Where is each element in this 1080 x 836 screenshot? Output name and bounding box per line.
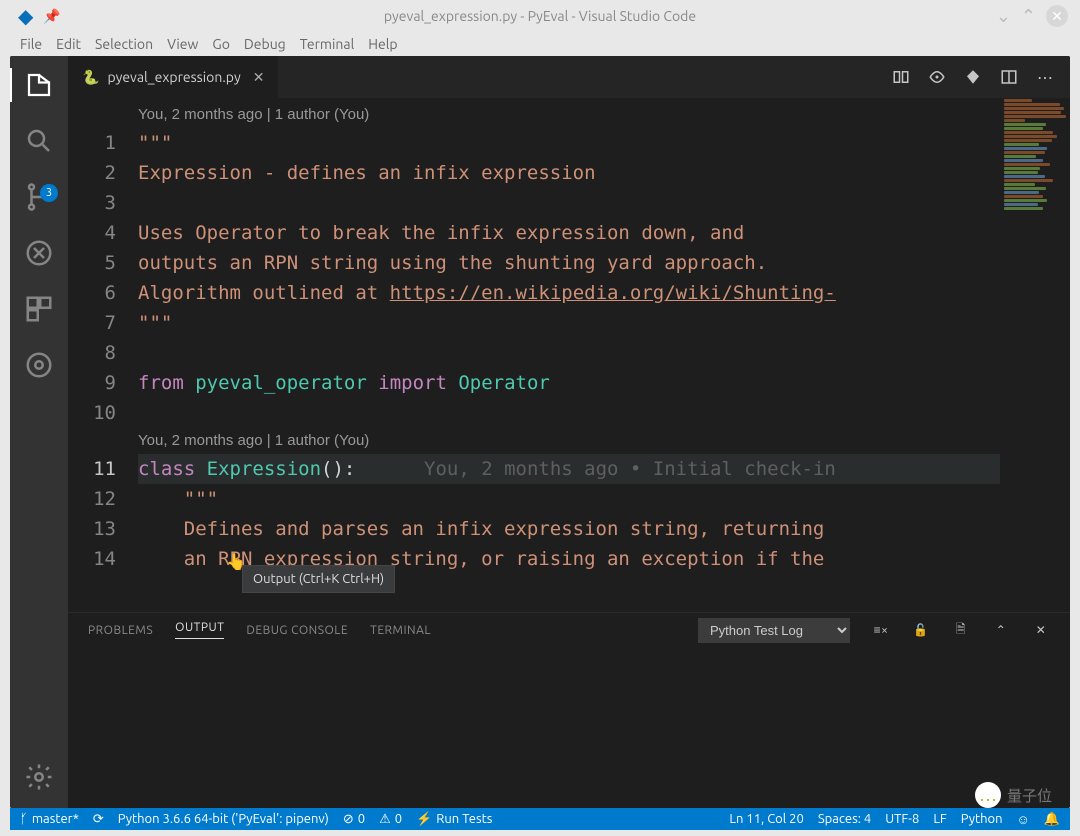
status-language[interactable]: Python (961, 812, 1003, 826)
status-feedback-icon[interactable]: ☺ (1017, 812, 1030, 827)
status-encoding[interactable]: UTF-8 (885, 812, 919, 826)
menubar: File Edit Selection View Go Debug Termin… (0, 32, 1080, 56)
panel-tab-debugconsole[interactable]: DEBUG CONSOLE (246, 624, 348, 637)
python-file-icon: 🐍 (82, 69, 99, 86)
maximize-icon[interactable]: ⌃ (1021, 6, 1036, 27)
settings-gear-icon[interactable] (24, 762, 54, 792)
scm-badge: 3 (40, 184, 58, 202)
more-actions-icon[interactable]: ⋯ (1036, 68, 1054, 86)
menu-terminal[interactable]: Terminal (300, 36, 355, 52)
menu-view[interactable]: View (167, 36, 198, 52)
status-bell-icon[interactable]: 🔔 (1044, 812, 1060, 827)
gitlens-toggle-icon[interactable] (928, 68, 946, 86)
gitlens-diamond-icon[interactable] (964, 68, 982, 86)
menu-edit[interactable]: Edit (56, 36, 81, 52)
tab-filename: pyeval_expression.py (107, 69, 240, 85)
editor-actions: ⋯ (892, 56, 1070, 98)
menu-file[interactable]: File (20, 36, 42, 52)
menu-go[interactable]: Go (212, 36, 229, 52)
status-position[interactable]: Ln 11, Col 20 (729, 812, 803, 826)
panel-maximize-icon[interactable]: ⌃ (992, 621, 1010, 639)
main-area: 🐍 pyeval_expression.py ✕ ⋯ 1234 5678 910… (68, 56, 1070, 808)
panel-tab-output[interactable]: OUTPUT (175, 621, 224, 639)
extensions-icon[interactable] (24, 294, 54, 324)
tab-close-icon[interactable]: ✕ (253, 69, 265, 86)
status-branch[interactable]: ᚶ master* (20, 812, 79, 826)
status-bar: ᚶ master* ⟳ Python 3.6.6 64-bit ('PyEval… (10, 808, 1070, 830)
status-spaces[interactable]: Spaces: 4 (818, 812, 871, 826)
window-title: pyeval_expression.py - PyEval - Visual S… (384, 8, 696, 24)
minimap[interactable] (1000, 98, 1070, 612)
cursor-pointer-icon: 👆 (226, 552, 246, 571)
pin-icon[interactable]: 📌 (43, 8, 60, 25)
menu-help[interactable]: Help (368, 36, 397, 52)
window-titlebar: ◆ 📌 pyeval_expression.py - PyEval - Visu… (0, 0, 1080, 32)
panel-close-icon[interactable]: ✕ (1032, 621, 1050, 639)
panel-tab-problems[interactable]: PROBLEMS (88, 624, 153, 637)
activity-active-marker (10, 68, 12, 102)
tab-bar: 🐍 pyeval_expression.py ✕ ⋯ (68, 56, 1070, 98)
close-icon[interactable]: ✕ (1046, 5, 1068, 27)
status-sync-icon[interactable]: ⟳ (93, 812, 104, 827)
clear-output-icon[interactable]: ≡× (872, 621, 890, 639)
tooltip: Output (Ctrl+K Ctrl+H) (242, 565, 395, 593)
app-frame: 3 🐍 pyeval_expression.py ✕ ⋯ (10, 56, 1070, 808)
menu-selection[interactable]: Selection (95, 36, 153, 52)
editor-tab[interactable]: 🐍 pyeval_expression.py ✕ (68, 56, 278, 98)
search-icon[interactable] (24, 126, 54, 156)
codelens-class[interactable]: You, 2 months ago | 1 author (You) (138, 428, 1000, 454)
line-gutter: 1234 5678 910 11121314 (68, 98, 138, 612)
output-channel-select[interactable]: Python Test Log (698, 618, 850, 643)
compare-changes-icon[interactable] (892, 68, 910, 86)
watermark: … 量子位 (975, 782, 1052, 808)
code-area[interactable]: You, 2 months ago | 1 author (You) """ E… (138, 98, 1000, 612)
activity-bar: 3 (10, 56, 68, 808)
lock-scroll-icon[interactable]: 🔓 (912, 621, 930, 639)
open-log-icon[interactable]: 🗎 (952, 621, 970, 639)
codelens-top[interactable]: You, 2 months ago | 1 author (You) (138, 102, 1000, 128)
gitlens-icon[interactable] (24, 350, 54, 380)
inline-blame: You, 2 months ago • Initial check-in (424, 458, 836, 480)
panel-tab-terminal[interactable]: TERMINAL (370, 624, 431, 637)
vscode-logo-icon: ◆ (18, 4, 33, 28)
debug-icon[interactable] (24, 238, 54, 268)
status-errors[interactable]: ⊘ 0 (343, 812, 365, 827)
editor[interactable]: 1234 5678 910 11121314 You, 2 months ago… (68, 98, 1070, 612)
panel-tabbar: PROBLEMS OUTPUT DEBUG CONSOLE TERMINAL P… (68, 613, 1070, 647)
menu-debug[interactable]: Debug (244, 36, 286, 52)
split-editor-icon[interactable] (1000, 68, 1018, 86)
status-warnings[interactable]: ⚠ 0 (379, 812, 402, 827)
watermark-icon: … (975, 782, 1001, 808)
minimize-icon[interactable]: ⌄ (996, 6, 1011, 27)
status-interpreter[interactable]: Python 3.6.6 64-bit ('PyEval': pipenv) (118, 812, 329, 826)
status-runtests[interactable]: ⚡Run Tests (416, 812, 492, 827)
bottom-panel: PROBLEMS OUTPUT DEBUG CONSOLE TERMINAL P… (68, 612, 1070, 808)
status-eol[interactable]: LF (933, 812, 946, 826)
explorer-icon[interactable] (24, 70, 54, 100)
